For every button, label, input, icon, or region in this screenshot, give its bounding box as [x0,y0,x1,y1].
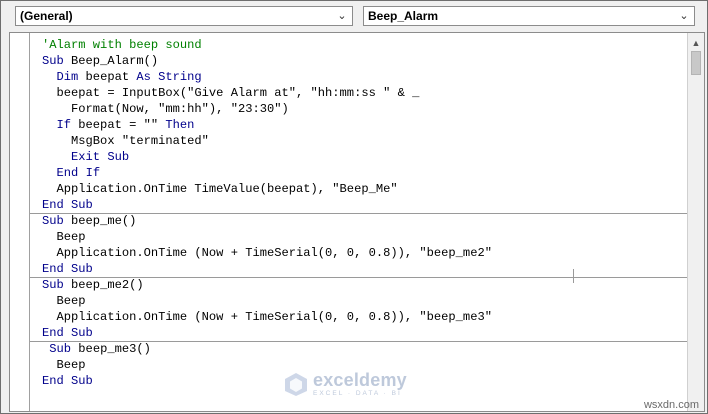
procedure-separator-line [30,341,688,342]
code-line[interactable]: Dim beepat As String [42,69,492,85]
code-text: Beep [42,358,86,372]
code-line[interactable]: End Sub [42,261,492,277]
code-editor[interactable]: 'Alarm with beep sound Sub Beep_Alarm() D… [9,32,705,412]
code-keyword: End [42,326,64,340]
code-line[interactable]: MsgBox "terminated" [42,133,492,149]
logo-name: exceldemy [313,369,407,390]
scroll-up-icon[interactable]: ▲ [688,37,704,49]
code-keyword: Sub [71,262,93,276]
procedure-dropdown[interactable]: Beep_Alarm ⌄ [363,6,695,26]
code-line[interactable]: Format(Now, "mm:hh"), "23:30") [42,101,492,117]
code-line[interactable]: Beep [42,229,492,245]
code-keyword: Sub [49,342,72,356]
code-text: beep_me() [63,214,137,228]
code-keyword: Sub [71,198,93,212]
code-line[interactable]: Beep [42,293,492,309]
code-text: beepat [78,70,137,84]
code-text: Beep_Alarm() [63,54,159,68]
code-keyword: Sub [42,54,64,68]
code-text: Format(Now, "mm:hh"), "23:30") [42,102,289,116]
code-keyword: End [42,198,64,212]
code-line[interactable]: Sub Beep_Alarm() [42,53,492,69]
code-text: Beep [42,230,86,244]
code-keyword: Sub [107,150,130,164]
code-line[interactable]: Application.OnTime TimeValue(beepat), "B… [42,181,492,197]
code-text: MsgBox "terminated" [42,134,209,148]
code-line[interactable]: Sub beep_me2() [42,277,492,293]
procedure-separator-line [30,213,688,214]
code-keyword: Then [165,118,195,132]
code-line[interactable]: End Sub [42,197,492,213]
code-text: Application.OnTime (Now + TimeSerial(0, … [42,310,492,324]
code-line[interactable]: End Sub [42,373,492,389]
site-watermark: wsxdn.com [643,399,699,411]
code-keyword: As [136,70,151,84]
code-keyword: End [56,166,79,180]
scrollbar-thumb[interactable] [691,51,701,75]
code-text: beep_me2() [63,278,144,292]
code-line[interactable]: Sub beep_me() [42,213,492,229]
procedure-dropdown-value: Beep_Alarm [368,9,439,23]
exceldemy-logo-icon [285,373,307,396]
code-text: Beep [42,294,86,308]
vba-code-window: (General) ⌄ Beep_Alarm ⌄ 'Alarm with bee… [0,0,708,414]
code-text: beepat = InputBox("Give Alarm at", "hh:m… [42,86,420,100]
object-dropdown-value: (General) [20,9,73,23]
code-line[interactable]: beepat = InputBox("Give Alarm at", "hh:m… [42,85,492,101]
code-keyword: End [42,262,64,276]
code-keyword: If [85,166,101,180]
code-line[interactable]: Exit Sub [42,149,492,165]
text-cursor-icon [573,269,574,283]
exceldemy-logo: exceldemy EXCEL · DATA · BI [283,367,407,401]
logo-tagline: EXCEL · DATA · BI [313,389,402,397]
object-dropdown[interactable]: (General) ⌄ [15,6,353,26]
code-line[interactable]: Application.OnTime (Now + TimeSerial(0, … [42,309,492,325]
code-keyword: Sub [71,326,93,340]
chevron-down-icon[interactable]: ⌄ [678,7,690,25]
code-line[interactable]: End Sub [42,325,492,341]
code-text: beep_me3() [71,342,151,356]
code-keyword: End [42,374,64,388]
code-keyword: If [56,118,72,132]
code-keyword: String [158,70,202,84]
code-keyword: Dim [56,70,79,84]
code-text: Application.OnTime TimeValue(beepat), "B… [42,182,398,196]
procedure-separator-line [30,277,688,278]
code-line[interactable]: End If [42,165,492,181]
margin-indicator-bar[interactable] [10,33,30,411]
code-comment: 'Alarm with beep sound [42,38,202,52]
chevron-down-icon[interactable]: ⌄ [336,7,348,25]
code-keyword: Sub [42,214,64,228]
code-line[interactable]: 'Alarm with beep sound [42,37,492,53]
code-text: Application.OnTime (Now + TimeSerial(0, … [42,246,492,260]
code-line[interactable]: Beep [42,357,492,373]
code-line[interactable]: Application.OnTime (Now + TimeSerial(0, … [42,245,492,261]
code-text: beepat = "" [71,118,166,132]
code-keyword: Exit [71,150,101,164]
code-keyword: Sub [42,278,64,292]
code-line[interactable]: Sub beep_me3() [42,341,492,357]
vertical-scrollbar[interactable]: ▲ [687,33,704,411]
code-keyword: Sub [71,374,93,388]
code-line[interactable]: If beepat = "" Then [42,117,492,133]
